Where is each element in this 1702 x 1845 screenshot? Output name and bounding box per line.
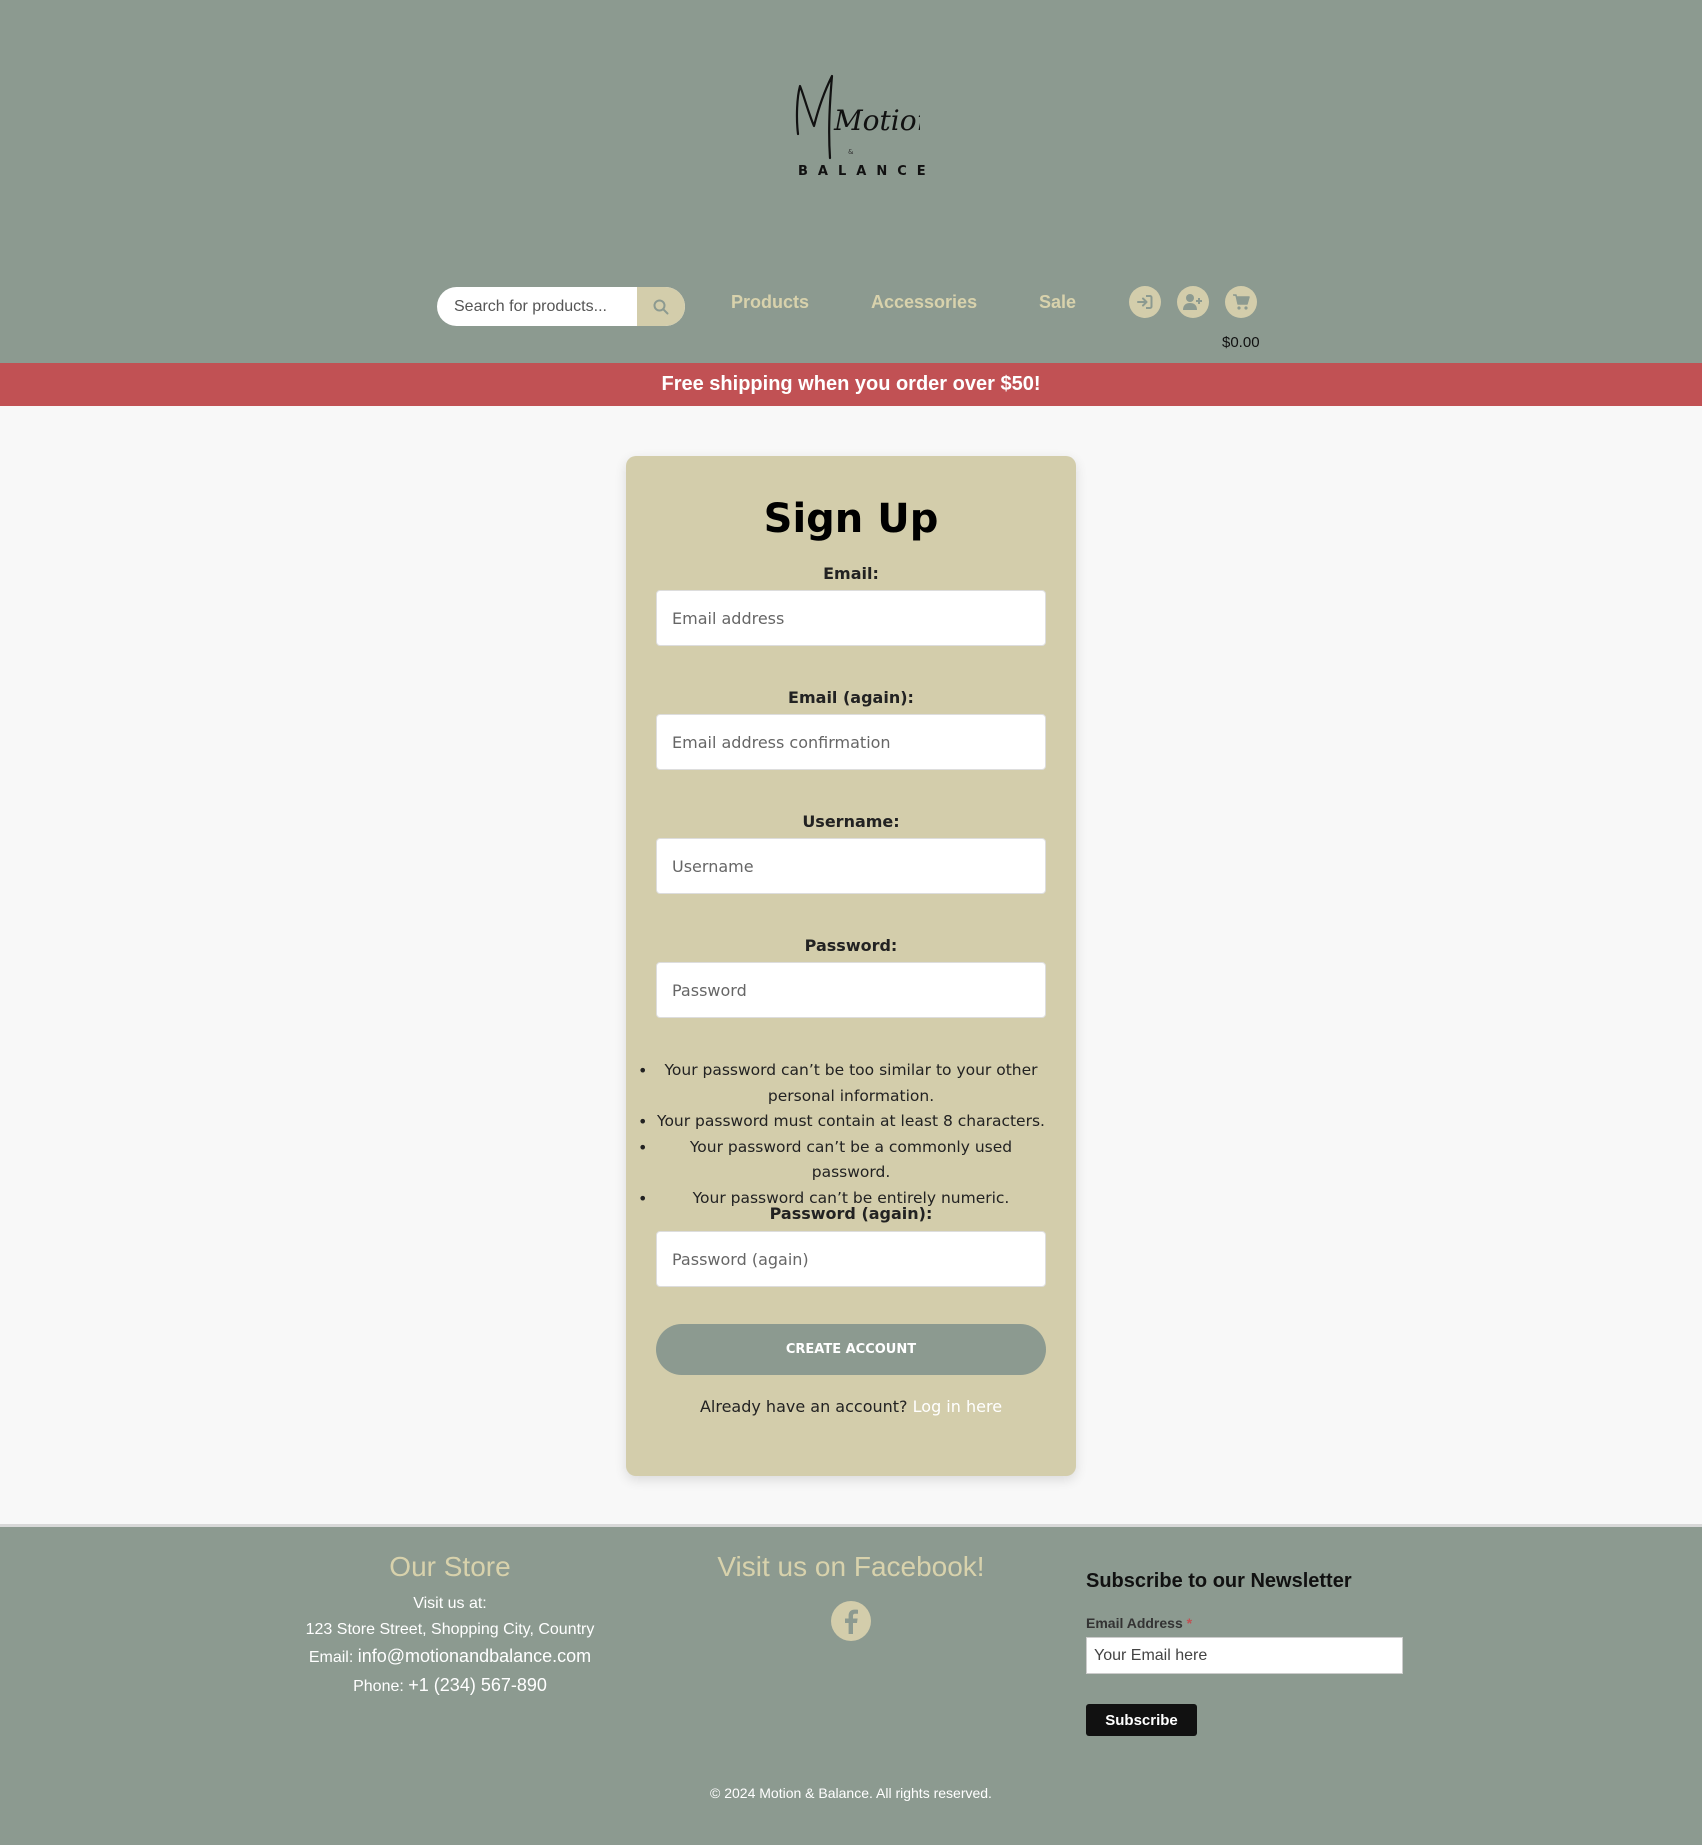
newsletter-email-input[interactable] <box>1086 1637 1403 1674</box>
copyright: © 2024 Motion & Balance. All rights rese… <box>710 1785 992 1801</box>
password-rules: Your password can’t be too similar to yo… <box>626 1058 1076 1211</box>
login-prompt: Already have an account? Log in here <box>626 1397 1076 1416</box>
brand-logo[interactable]: Motion & BALANCE <box>790 72 936 184</box>
cart-total: $0.00 <box>1222 334 1260 351</box>
password-confirm-label: Password (again): <box>769 1204 933 1223</box>
newsletter-email-label: Email Address * <box>1086 1615 1192 1631</box>
nav-accessories[interactable]: Accessories <box>871 292 977 313</box>
facebook-heading: Visit us on Facebook! <box>717 1551 985 1582</box>
password-label: Password: <box>804 936 898 955</box>
search-input[interactable] <box>437 287 637 326</box>
password-confirm-field[interactable] <box>656 1231 1046 1287</box>
store-phone-line: Phone: +1 (234) 567-890 <box>250 1675 650 1696</box>
password-rule: Your password can’t be too similar to yo… <box>626 1058 1076 1109</box>
store-email-prefix: Email: <box>308 1649 354 1666</box>
username-field[interactable] <box>656 838 1046 894</box>
store-visit-label: Visit us at: <box>413 1595 487 1612</box>
cart-button[interactable] <box>1225 286 1257 318</box>
login-link[interactable]: Log in here <box>913 1397 1002 1416</box>
facebook-icon <box>845 1609 858 1634</box>
logo-script: Motion & <box>795 74 920 160</box>
email-confirm-label: Email (again): <box>788 688 914 707</box>
store-email-line: Email: info@motionandbalance.com <box>250 1646 650 1667</box>
username-label: Username: <box>802 812 900 831</box>
logo-ampersand: & <box>848 148 854 156</box>
email-field[interactable] <box>656 590 1046 646</box>
required-marker: * <box>1186 1615 1193 1631</box>
store-email[interactable]: info@motionandbalance.com <box>358 1646 591 1666</box>
facebook-button[interactable] <box>831 1601 871 1641</box>
store-address: 123 Store Street, Shopping City, Country <box>305 1621 595 1638</box>
create-account-button[interactable]: CREATE ACCOUNT <box>656 1324 1046 1375</box>
newsletter-title: Subscribe to our Newsletter <box>1086 1570 1352 1592</box>
search-bar <box>437 287 685 326</box>
email-label: Email: <box>823 564 879 583</box>
store-phone[interactable]: +1 (234) 567-890 <box>408 1675 547 1695</box>
password-rule: Your password can’t be a commonly used p… <box>626 1135 1076 1186</box>
login-prompt-text: Already have an account? <box>699 1397 908 1416</box>
login-button[interactable] <box>1129 286 1161 318</box>
password-rule: Your password must contain at least 8 ch… <box>626 1109 1076 1135</box>
cart-icon <box>1233 294 1250 310</box>
promo-banner: Free shipping when you order over $50! <box>0 363 1702 406</box>
password-field[interactable] <box>656 962 1046 1018</box>
newsletter-label-text: Email Address <box>1086 1615 1183 1631</box>
nav-sale[interactable]: Sale <box>1039 292 1076 313</box>
add-user-icon <box>1183 294 1202 310</box>
nav-products[interactable]: Products <box>731 292 809 313</box>
register-button[interactable] <box>1177 286 1209 318</box>
logo-subtitle: BALANCE <box>798 164 936 179</box>
subscribe-button[interactable]: Subscribe <box>1086 1704 1197 1736</box>
page-title: Sign Up <box>763 496 939 542</box>
store-phone-prefix: Phone: <box>353 1678 404 1695</box>
store-heading: Our Store <box>389 1551 511 1582</box>
login-icon <box>1137 295 1153 309</box>
site-header: Motion & BALANCE Products Accessories Sa… <box>0 0 1702 363</box>
search-button[interactable] <box>637 287 685 326</box>
signup-card: Sign Up Email: Email (again): Username: … <box>626 456 1076 1476</box>
search-icon <box>653 299 669 314</box>
email-confirm-field[interactable] <box>656 714 1046 770</box>
logo-script-text: Motion <box>833 104 920 137</box>
